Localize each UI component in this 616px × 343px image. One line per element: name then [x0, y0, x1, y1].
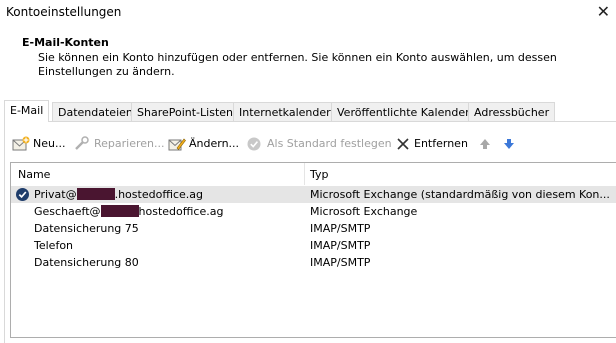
list-header: Name Typ: [11, 163, 616, 185]
move-up-button[interactable]: [478, 133, 495, 155]
tab-sharepoint-listen[interactable]: SharePoint-Listen: [131, 102, 239, 121]
remove-icon: [397, 138, 409, 150]
title-bar: Kontoeinstellungen ✕: [0, 0, 616, 26]
column-header-type[interactable]: Typ: [310, 168, 329, 181]
account-type: IMAP/SMTP: [310, 256, 371, 269]
window-title: Kontoeinstellungen: [6, 5, 122, 19]
column-separator[interactable]: [304, 163, 305, 185]
column-header-name[interactable]: Name: [18, 168, 50, 181]
set-default-button-label: Als Standard festlegen: [267, 137, 392, 150]
redaction-block: [100, 205, 139, 217]
account-type: IMAP/SMTP: [310, 222, 371, 235]
list-item[interactable]: Privat@ .hostedoffice.ag Microsoft Exchan…: [11, 186, 616, 203]
close-icon[interactable]: ✕: [597, 2, 610, 21]
change-button-label: Ändern...: [189, 137, 240, 150]
account-name: Datensicherung 80: [34, 256, 139, 269]
header-title: E-Mail-Konten: [22, 36, 109, 49]
account-name-prefix: Privat@: [34, 188, 77, 201]
list-item[interactable]: Datensicherung 80 IMAP/SMTP: [11, 254, 616, 271]
tab-veroeffentlichte-kalender[interactable]: Veröffentlichte Kalender: [331, 102, 476, 121]
tab-internetkalender[interactable]: Internetkalender: [233, 102, 337, 121]
new-account-icon: [12, 136, 30, 151]
account-name-prefix: Geschaeft@: [34, 205, 101, 218]
tab-strip: E-Mail Datendateien SharePoint-Listen In…: [4, 100, 616, 122]
account-type: Microsoft Exchange: [310, 205, 418, 218]
account-name: Telefon: [34, 239, 74, 252]
account-name-domain: .hostedoffice.ag: [114, 188, 203, 201]
arrow-down-icon: [504, 139, 514, 149]
toolbar: Neu... Reparieren... Ändern... Als Stand…: [8, 133, 608, 155]
redaction-block: [76, 188, 115, 200]
accounts-list[interactable]: Name Typ Privat@ .hostedoffice.ag Microso…: [10, 162, 616, 338]
remove-button[interactable]: Entfernen: [396, 133, 468, 155]
list-rows: Privat@ .hostedoffice.ag Microsoft Exchan…: [11, 186, 616, 271]
list-item[interactable]: Geschaeft@ hostedoffice.ag Microsoft Exch…: [11, 203, 616, 220]
repair-icon: [75, 136, 89, 150]
account-type: Microsoft Exchange (standardmäßig von di…: [310, 188, 610, 201]
change-icon: [168, 138, 186, 151]
list-item[interactable]: Datensicherung 75 IMAP/SMTP: [11, 220, 616, 237]
tab-adressbuecher[interactable]: Adressbücher: [468, 102, 556, 121]
change-button[interactable]: Ändern...: [168, 133, 239, 155]
dialog-header: E-Mail-Konten Sie können ein Konto hinzu…: [0, 26, 616, 98]
default-account-icon: [16, 188, 29, 201]
account-name: Privat@ .hostedoffice.ag: [34, 186, 203, 203]
account-type: IMAP/SMTP: [310, 239, 371, 252]
account-name-domain: hostedoffice.ag: [138, 205, 224, 218]
set-default-button[interactable]: Als Standard festlegen: [246, 133, 392, 155]
account-name: Datensicherung 75: [34, 222, 139, 235]
new-button-label: Neu...: [33, 137, 66, 150]
remove-button-label: Entfernen: [414, 137, 468, 150]
tab-email[interactable]: E-Mail: [4, 100, 50, 122]
account-name: Geschaeft@ hostedoffice.ag: [34, 203, 223, 220]
arrow-up-icon: [480, 139, 490, 149]
header-description: Sie können ein Konto hinzufügen oder ent…: [38, 51, 557, 78]
list-item[interactable]: Telefon IMAP/SMTP: [11, 237, 616, 254]
move-down-button[interactable]: [502, 133, 519, 155]
repair-button-label: Reparieren...: [94, 137, 165, 150]
new-button[interactable]: Neu...: [12, 133, 65, 155]
repair-button[interactable]: Reparieren...: [73, 133, 165, 155]
set-default-icon: [247, 137, 261, 151]
tab-datendateien[interactable]: Datendateien: [52, 102, 139, 121]
